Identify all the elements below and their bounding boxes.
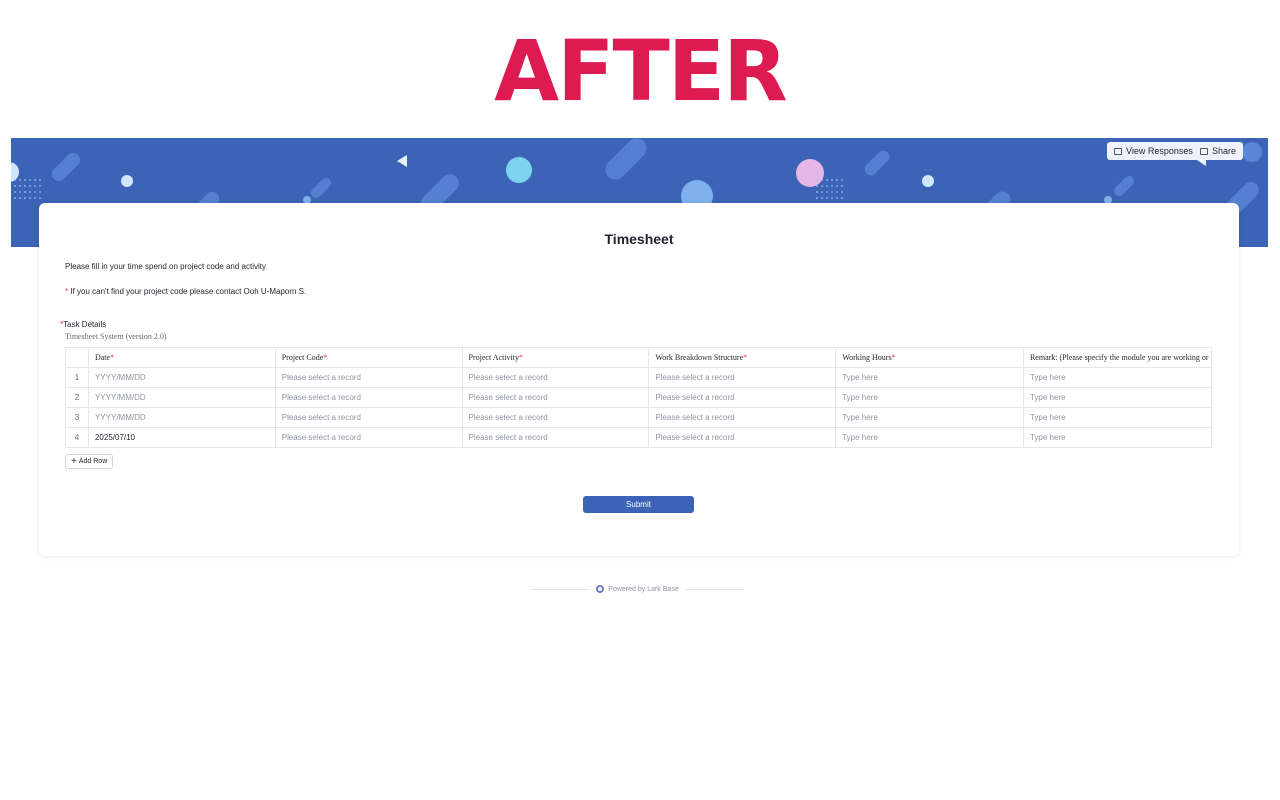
view-responses-button[interactable]: View Responses (1107, 142, 1200, 160)
form-description: Please fill in your time spend on projec… (65, 262, 266, 271)
share-label: Share (1212, 146, 1237, 156)
project-code-cell[interactable]: Please select a record (274, 387, 463, 408)
powered-by-label: Powered by Lark Base (608, 585, 679, 593)
powered-by[interactable]: Powered by Lark Base (596, 585, 679, 593)
working-hours-cell[interactable]: Type here (835, 367, 1024, 388)
footer-divider-right (684, 588, 744, 590)
working-hours-cell[interactable]: Type here (835, 387, 1024, 408)
index-header (65, 347, 89, 368)
table-row: 1 YYYY/MM/DD Please select a record Plea… (65, 367, 1213, 388)
column-header-remark: Remark: (Please specify the module you a… (1022, 347, 1213, 368)
column-header-project-code: Project Code* (274, 347, 463, 368)
project-activity-cell[interactable]: Please select a record (461, 407, 650, 428)
date-cell[interactable]: YYYY/MM/DD (87, 387, 276, 408)
remark-cell[interactable]: Type here (1022, 387, 1213, 408)
task-details-label: *Task Details (60, 320, 106, 329)
footer: Powered by Lark Base (531, 583, 744, 595)
table-row: 4 2025/07/10 Please select a record Plea… (65, 427, 1213, 448)
project-activity-cell[interactable]: Please select a record (461, 387, 650, 408)
row-index: 1 (65, 367, 89, 388)
task-details-table: Date* Project Code* Project Activity* Wo… (65, 347, 1213, 448)
task-details-text: Task Details (63, 320, 107, 329)
remark-cell[interactable]: Type here (1022, 407, 1213, 428)
column-header-date: Date* (87, 347, 276, 368)
project-code-cell[interactable]: Please select a record (274, 367, 463, 388)
share-icon (1200, 147, 1208, 155)
project-activity-cell[interactable]: Please select a record (461, 427, 650, 448)
row-index: 4 (65, 427, 89, 448)
wbs-cell[interactable]: Please select a record (648, 387, 837, 408)
form-title: Timesheet (604, 231, 674, 247)
submit-button[interactable]: Submit (583, 496, 694, 513)
wbs-cell[interactable]: Please select a record (648, 367, 837, 388)
headline-after: AFTER (494, 22, 788, 120)
project-activity-cell[interactable]: Please select a record (461, 367, 650, 388)
table-row: 3 YYYY/MM/DD Please select a record Plea… (65, 407, 1213, 428)
date-cell[interactable]: YYYY/MM/DD (87, 407, 276, 428)
project-code-cell[interactable]: Please select a record (274, 427, 463, 448)
project-code-cell[interactable]: Please select a record (274, 407, 463, 428)
row-index: 3 (65, 407, 89, 428)
note-text: If you can't find your project code plea… (68, 287, 307, 296)
table-row: 2 YYYY/MM/DD Please select a record Plea… (65, 387, 1213, 408)
view-responses-label: View Responses (1126, 146, 1193, 156)
working-hours-cell[interactable]: Type here (835, 427, 1024, 448)
task-details-sublabel: Timesheet System (version 2.0) (65, 332, 167, 341)
plus-icon: + (71, 455, 77, 467)
add-row-button[interactable]: + Add Row (65, 454, 114, 469)
form-note: * If you can't find your project code pl… (65, 287, 306, 296)
form-card: Timesheet Please fill in your time spend… (39, 203, 1239, 556)
table-header-row: Date* Project Code* Project Activity* Wo… (65, 347, 1213, 368)
footer-divider-left (531, 588, 591, 590)
lark-base-icon (596, 585, 605, 593)
date-cell[interactable]: YYYY/MM/DD (87, 367, 276, 388)
remark-cell[interactable]: Type here (1022, 367, 1213, 388)
add-row-label: Add Row (78, 458, 108, 465)
date-cell[interactable]: 2025/07/10 (87, 427, 276, 448)
column-header-wbs: Work Breakdown Structure* (648, 347, 837, 368)
column-header-project-activity: Project Activity* (461, 347, 650, 368)
working-hours-cell[interactable]: Type here (835, 407, 1024, 428)
row-index: 2 (65, 387, 89, 408)
remark-cell[interactable]: Type here (1022, 427, 1213, 448)
share-button[interactable]: Share (1193, 142, 1244, 160)
wbs-cell[interactable]: Please select a record (648, 407, 837, 428)
wbs-cell[interactable]: Please select a record (648, 427, 837, 448)
column-header-working-hours: Working Hours* (835, 347, 1024, 368)
responses-icon (1114, 147, 1122, 155)
